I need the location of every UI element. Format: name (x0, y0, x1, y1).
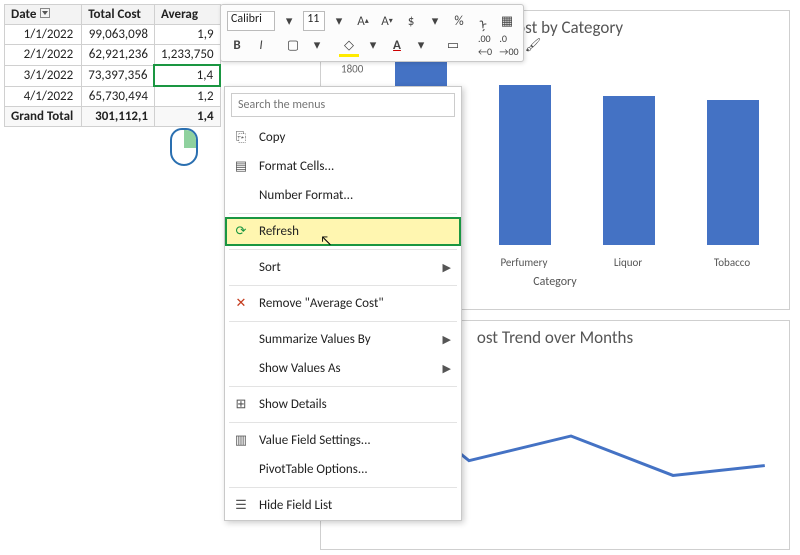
menu-value-field-settings[interactable]: ▥Value Field Settings... (225, 426, 461, 455)
borders-icon[interactable]: ▢ (283, 35, 303, 55)
col-date[interactable]: Date (5, 5, 82, 25)
accounting-format-icon[interactable]: $ (401, 11, 421, 31)
menu-show-details[interactable]: ⊞Show Details (225, 390, 461, 419)
copy-icon: ⎘ (233, 130, 249, 146)
menu-number-format[interactable]: Number Format... (225, 181, 461, 210)
italic-button[interactable]: I (251, 35, 271, 55)
menu-remove-field[interactable]: ✕Remove "Average Cost" (225, 289, 461, 318)
table-format-icon[interactable]: ▦ (497, 11, 517, 31)
x-category: Liquor (593, 256, 663, 269)
menu-hide-field-list[interactable]: ☰Hide Field List (225, 491, 461, 520)
refresh-icon: ⟳ (233, 224, 249, 240)
fill-color-icon[interactable]: ◇ (339, 35, 359, 55)
chevron-down-icon[interactable]: ▾ (279, 11, 299, 31)
table-row: 4/1/202265,730,4941,2 (5, 86, 221, 107)
decrease-decimal-icon[interactable]: .00←0 (475, 35, 495, 55)
y-tick: 1800 (341, 63, 363, 76)
chevron-down-icon[interactable]: ▾ (329, 11, 349, 31)
table-row: 2/1/202262,921,2361,233,750 (5, 45, 221, 66)
right-click-mouse-icon (170, 128, 198, 166)
field-settings-icon: ▥ (233, 433, 249, 449)
selected-cell[interactable]: 1,4 (154, 65, 220, 86)
menu-show-values-as[interactable]: Show Values As▶ (225, 354, 461, 383)
pivot-table[interactable]: Date Total Cost Averag 1/1/202299,063,09… (4, 4, 221, 127)
x-category: Tobacco (697, 256, 767, 269)
menu-pivottable-options[interactable]: PivotTable Options... (225, 455, 461, 484)
menu-copy[interactable]: ⎘Copy (225, 123, 461, 152)
increase-font-icon[interactable]: A▴ (353, 11, 373, 31)
percent-format-icon[interactable]: % (449, 11, 469, 31)
menu-format-cells[interactable]: ▤Format Cells... (225, 152, 461, 181)
filter-dropdown-icon[interactable] (40, 8, 50, 18)
show-details-icon: ⊞ (233, 397, 249, 413)
table-row: 3/1/202273,397,3561,4 (5, 65, 221, 86)
remove-icon: ✕ (233, 296, 249, 312)
format-painter-icon[interactable]: 🖌 (523, 35, 543, 55)
context-menu: ⎘Copy ▤Format Cells... Number Format... … (224, 86, 462, 521)
decrease-font-icon[interactable]: A▾ (377, 11, 397, 31)
font-color-icon[interactable]: A (387, 35, 407, 55)
chevron-right-icon: ▶ (443, 261, 451, 274)
comma-format-icon[interactable]: ᠨ (473, 11, 493, 31)
format-cells-icon: ▤ (233, 159, 249, 175)
x-category: Perfumery (489, 256, 559, 269)
chevron-right-icon: ▶ (443, 333, 451, 346)
grand-total-row: Grand Total301,112,11,4 (5, 107, 221, 127)
field-list-icon: ☰ (233, 498, 249, 514)
chevron-right-icon: ▶ (443, 362, 451, 375)
menu-summarize-values[interactable]: Summarize Values By▶ (225, 325, 461, 354)
menu-sort[interactable]: Sort▶ (225, 253, 461, 282)
menu-search-input[interactable] (231, 93, 455, 117)
bold-button[interactable]: B (227, 35, 247, 55)
table-row: 1/1/202299,063,0981,9 (5, 25, 221, 45)
col-total-cost[interactable]: Total Cost (82, 5, 155, 25)
menu-refresh[interactable]: ⟳Refresh (225, 217, 461, 246)
pivot-header-row: Date Total Cost Averag (5, 5, 221, 25)
increase-decimal-icon[interactable]: .0→00 (499, 35, 519, 55)
col-average[interactable]: Averag (154, 5, 220, 25)
merge-center-icon[interactable]: ▭ (443, 35, 463, 55)
font-name-combo[interactable]: Calibri (227, 11, 275, 31)
font-size-combo[interactable]: 11 (303, 11, 325, 31)
mini-toolbar: Calibri▾ 11▾ A▴ A▾ $▾ % ᠨ ▦ B I ▢▾ ◇▾ A▾… (220, 4, 524, 62)
